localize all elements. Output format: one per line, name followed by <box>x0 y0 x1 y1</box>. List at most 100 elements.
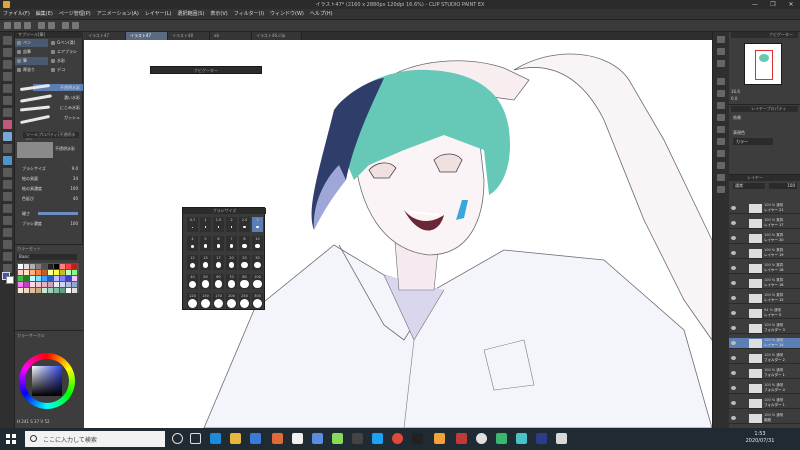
color-swatch[interactable] <box>66 270 71 275</box>
panel-toggle-icon[interactable] <box>717 162 725 169</box>
color-swatch[interactable] <box>48 276 53 281</box>
menu-help[interactable]: ヘルプ(H) <box>307 9 336 20</box>
layer-row[interactable]: 100 % 通常 用紙 <box>729 413 800 424</box>
panel-toggle-icon[interactable] <box>717 78 725 85</box>
gradient-tool-icon[interactable] <box>3 204 12 213</box>
brush-size-option[interactable]: 150 <box>200 293 211 308</box>
airbrush-tool-icon[interactable] <box>3 144 12 153</box>
clear-icon[interactable] <box>62 22 69 29</box>
sub-tool-tab-pencil[interactable]: 鉛筆 <box>15 48 48 56</box>
eye-icon[interactable] <box>731 281 736 285</box>
brush-size-option[interactable]: 50 <box>200 274 211 289</box>
transform-icon[interactable] <box>72 22 79 29</box>
color-swatch[interactable] <box>42 282 47 287</box>
color-swatch[interactable] <box>36 264 41 269</box>
layer-row[interactable]: 100 % 乗算 レイヤー 18 <box>729 263 800 274</box>
brush-size-option[interactable]: 250 <box>239 293 250 308</box>
layer-row[interactable]: 100 % 乗算 レイヤー 15 <box>729 293 800 304</box>
color-swatch[interactable] <box>18 282 23 287</box>
menu-filter[interactable]: フィルター(I) <box>231 9 267 20</box>
brush-size-option[interactable]: 5 <box>200 236 211 251</box>
layer-row[interactable]: 100 % 乗算 レイヤー 19 <box>729 248 800 259</box>
blend-mode-select[interactable]: 通常 <box>733 183 765 189</box>
eye-icon[interactable] <box>731 416 736 420</box>
panel-toggle-icon[interactable] <box>717 186 725 193</box>
brush-size-option[interactable]: 7 <box>226 236 237 251</box>
menu-file[interactable]: ファイル(F) <box>0 9 33 20</box>
color-swatch[interactable] <box>24 288 29 293</box>
brush-size-option[interactable]: 10 <box>252 236 263 251</box>
brush-size-option[interactable]: 0.7 <box>187 217 198 232</box>
sub-tool-tab-thick[interactable]: 厚塗り <box>15 66 48 74</box>
prop-brush-density[interactable]: ブラシ濃度 100 <box>18 220 80 227</box>
layer-row[interactable]: 100 % 通常 レイヤー 14 <box>729 338 800 349</box>
navigator-zoom[interactable]: 16.6 <box>731 89 740 94</box>
app-icon-teal[interactable] <box>516 433 527 444</box>
brush-size-option[interactable]: 4 <box>187 236 198 251</box>
frame-tool-icon[interactable] <box>3 228 12 237</box>
panel-toggle-icon[interactable] <box>717 150 725 157</box>
canvas[interactable] <box>84 40 712 428</box>
opacity-field[interactable]: 100 <box>769 183 797 189</box>
layer-row[interactable]: 100 % 乗算 レイヤー 20 <box>729 233 800 244</box>
taskbar-clock[interactable]: 1:53 2020/07/31 <box>738 431 782 445</box>
brush-size-option[interactable]: 17 <box>213 255 224 270</box>
eye-icon[interactable] <box>731 326 736 330</box>
sub-tool-tab-gpen[interactable]: Gペン(滑) <box>49 39 83 47</box>
brush-size-option[interactable]: 25 <box>239 255 250 270</box>
brush-size-option[interactable]: 15 <box>200 255 211 270</box>
eye-icon[interactable] <box>731 236 736 240</box>
open-file-icon[interactable] <box>14 22 21 29</box>
color-swatch[interactable] <box>60 264 65 269</box>
eye-icon[interactable] <box>731 206 736 210</box>
doc-tab[interactable]: イラスト46.clip <box>252 32 302 40</box>
panel-toggle-icon[interactable] <box>717 174 725 181</box>
color-swatch[interactable] <box>24 270 29 275</box>
panel-toggle-icon[interactable] <box>717 90 725 97</box>
app-icon-white[interactable] <box>292 433 303 444</box>
eye-icon[interactable] <box>731 251 736 255</box>
app-icon-grey[interactable] <box>556 433 567 444</box>
color-swatch[interactable] <box>72 288 77 293</box>
sub-tool-tab-airbrush[interactable]: エアブラシ <box>49 48 83 56</box>
move-tool-icon[interactable] <box>3 48 12 57</box>
color-swatch[interactable] <box>24 276 29 281</box>
balloon-tool-icon[interactable] <box>3 252 12 261</box>
edge-icon[interactable] <box>210 433 221 444</box>
layer-row[interactable]: 100 % 通常 フォルダー 4 <box>729 383 800 394</box>
eye-icon[interactable] <box>731 356 736 360</box>
color-swatch[interactable] <box>54 276 59 281</box>
menu-edit[interactable]: 編集(E) <box>33 9 56 20</box>
brush-size-option[interactable]: 170 <box>213 293 224 308</box>
prop-paint-amount[interactable]: 絵の具量 34 <box>18 175 80 182</box>
fill-tool-icon[interactable] <box>3 192 12 201</box>
sub-tool-tab-watercolor[interactable]: 水彩 <box>49 57 83 65</box>
hardness-slider[interactable] <box>38 212 78 215</box>
panel-toggle-icon[interactable] <box>717 48 725 55</box>
color-swatch[interactable] <box>66 276 71 281</box>
color-swatch[interactable] <box>30 264 35 269</box>
brush-size-option[interactable]: 8 <box>239 236 250 251</box>
select-tool-icon[interactable] <box>3 60 12 69</box>
color-swatch[interactable] <box>30 270 35 275</box>
panel-toggle-icon[interactable] <box>717 60 725 67</box>
app-icon-dark[interactable] <box>352 433 363 444</box>
cortana-icon[interactable] <box>172 433 183 444</box>
panel-toggle-icon[interactable] <box>717 126 725 133</box>
brush-size-option[interactable]: 1.5 <box>213 217 224 232</box>
lasso-tool-icon[interactable] <box>3 72 12 81</box>
app-icon-blue[interactable] <box>312 433 323 444</box>
expression-color-select[interactable]: カラー <box>733 138 773 145</box>
app-icon-circle[interactable] <box>476 433 487 444</box>
blend-tool-icon[interactable] <box>3 180 12 189</box>
color-swatch[interactable] <box>72 276 77 281</box>
zoom-tool-icon[interactable] <box>3 36 12 45</box>
color-swatch[interactable] <box>42 276 47 281</box>
color-swatch[interactable] <box>30 282 35 287</box>
color-swatch[interactable] <box>54 270 59 275</box>
eye-icon[interactable] <box>731 296 736 300</box>
layer-row[interactable]: 100 % 通常 レイヤー 21 <box>729 203 800 214</box>
color-swatch[interactable] <box>30 276 35 281</box>
brush-size-option[interactable]: 40 <box>187 274 198 289</box>
panel-toggle-icon[interactable] <box>717 102 725 109</box>
